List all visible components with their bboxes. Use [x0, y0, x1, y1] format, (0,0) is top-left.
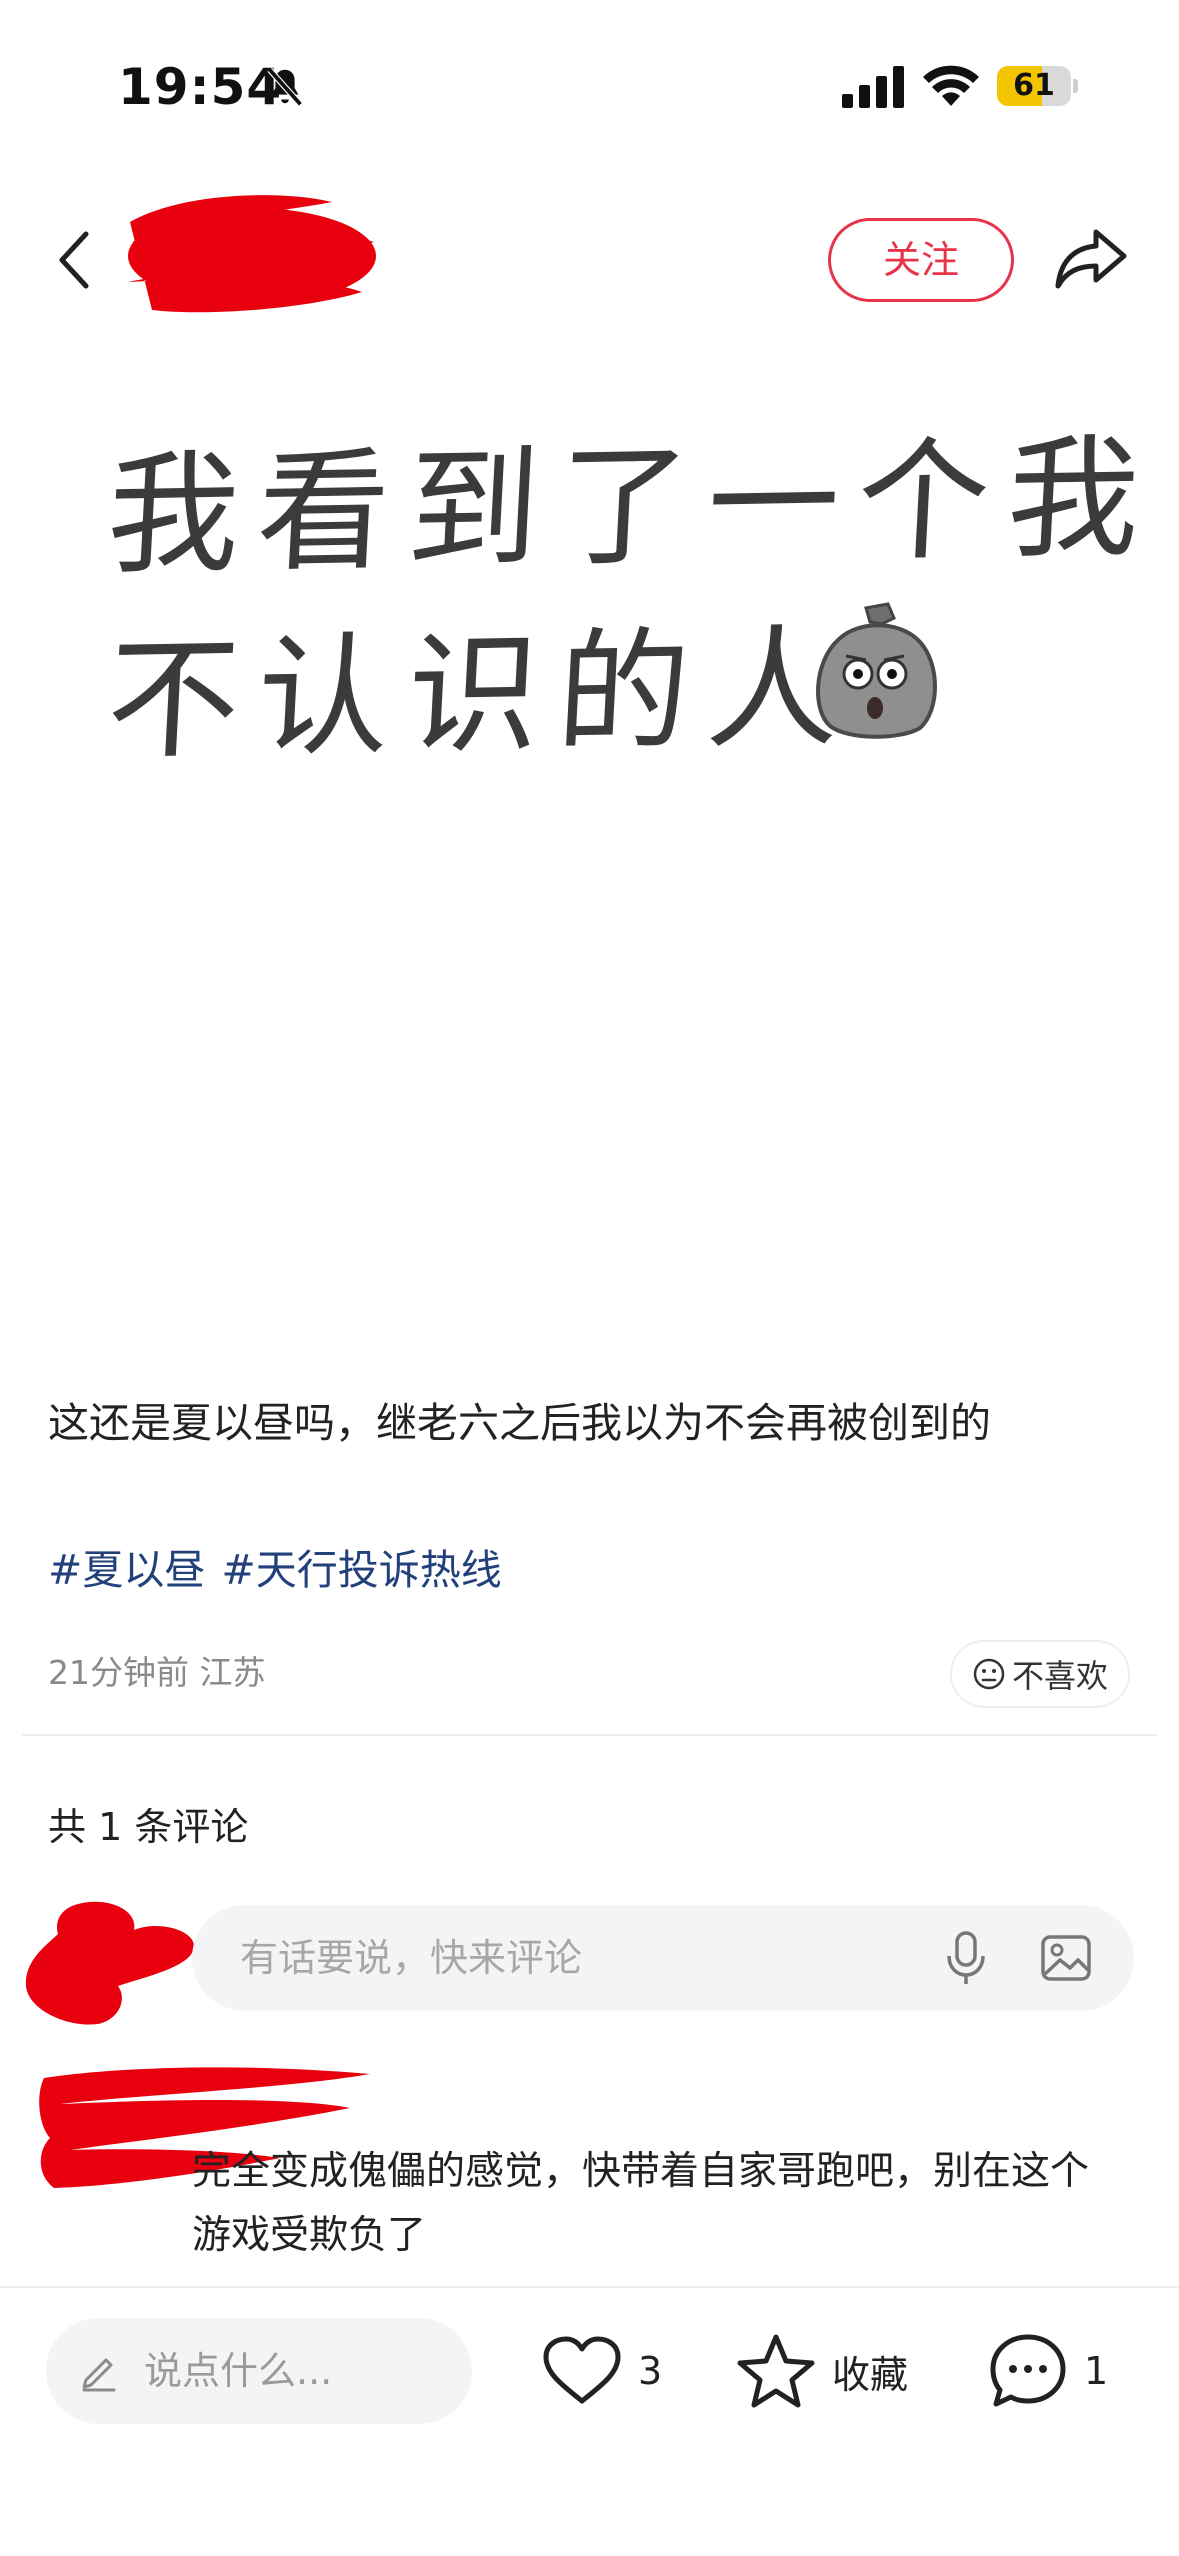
- neutral-face-icon: [973, 1658, 1005, 1690]
- follow-button[interactable]: 关注: [828, 218, 1014, 302]
- say-placeholder: 说点什么...: [144, 2349, 333, 2393]
- post-meta: 21分钟前 江苏: [48, 1653, 266, 1692]
- wifi-icon: [923, 65, 979, 106]
- shocked-sack-emoji: [816, 602, 937, 739]
- comment-button[interactable]: 1: [988, 2330, 1108, 2412]
- share-arrow-icon[interactable]: [1052, 224, 1130, 294]
- redacted-author-name[interactable]: [112, 182, 392, 328]
- image-icon[interactable]: [1040, 1934, 1092, 1982]
- battery-level: 61: [1013, 68, 1055, 103]
- comment-bubble-icon: [990, 2334, 1066, 2407]
- pen-icon: [82, 2358, 116, 2392]
- like-button[interactable]: 3: [542, 2330, 662, 2412]
- dislike-label: 不喜欢: [1011, 1657, 1108, 1695]
- hashtag[interactable]: #天行投诉热线: [221, 1546, 501, 1594]
- handwritten-line-2: 不认识的人: [103, 611, 862, 779]
- like-count: 3: [638, 2349, 663, 2393]
- signal-icon: [842, 66, 904, 108]
- comment-input-placeholder: 有话要说，快来评论: [240, 1936, 583, 1980]
- bell-slash-icon: [267, 67, 303, 107]
- post-text: 这还是夏以昼吗，继老六之后我以为不会再被创到的: [48, 1399, 991, 1447]
- status-time: 19:54: [118, 58, 283, 116]
- handwritten-line-1: 我看到了一个我: [103, 420, 1162, 594]
- star-icon: [737, 2334, 815, 2408]
- tag-list: #夏以昼 #天行投诉热线: [48, 1536, 518, 1596]
- microphone-icon[interactable]: [944, 1930, 988, 1986]
- divider: [22, 1734, 1158, 1736]
- post-image[interactable]: 我看到了一个我 不认识的人: [0, 360, 1179, 1320]
- chevron-left-icon[interactable]: [44, 222, 108, 298]
- comment-count-badge: 1: [1084, 2349, 1109, 2393]
- favorite-label: 收藏: [832, 2352, 909, 2397]
- redacted-user-avatar: [25, 1901, 194, 2025]
- comment-count: 共 1 条评论: [48, 1805, 249, 1849]
- battery-icon: 61: [997, 66, 1078, 106]
- hashtag[interactable]: #夏以昼: [48, 1546, 205, 1594]
- say-something-input[interactable]: 说点什么...: [46, 2318, 472, 2424]
- heart-icon: [543, 2336, 621, 2404]
- favorite-button[interactable]: 收藏: [736, 2330, 908, 2412]
- dislike-button[interactable]: 不喜欢: [950, 1640, 1130, 1708]
- comment-input[interactable]: 有话要说，快来评论: [192, 1905, 1134, 2011]
- divider: [0, 2286, 1179, 2288]
- comment-text: 完全变成傀儡的感觉，快带着自家哥跑吧，别在这个游戏受欺负了: [192, 2149, 1090, 2258]
